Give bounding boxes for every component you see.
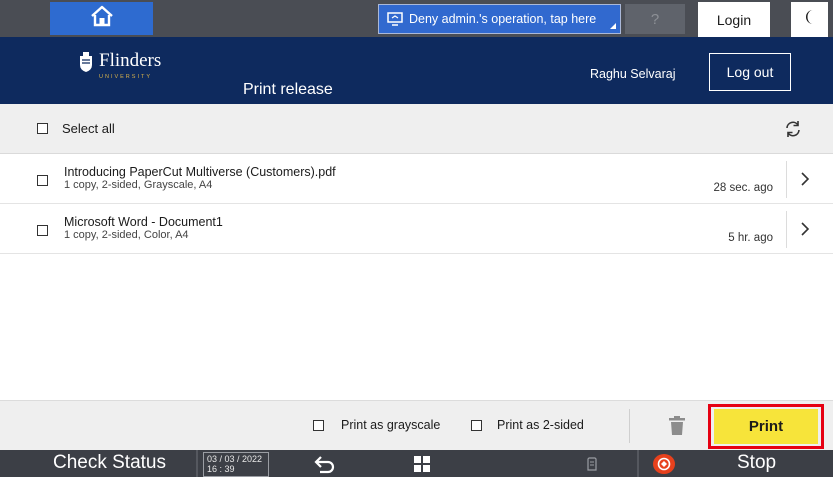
login-label: Login (716, 11, 752, 28)
app-grid-icon[interactable] (413, 455, 431, 477)
storage-card-icon (587, 457, 597, 476)
row-divider (786, 211, 787, 248)
home-button[interactable] (50, 2, 153, 35)
row-divider (786, 161, 787, 198)
select-all-checkbox[interactable] (37, 123, 48, 134)
app-header: Flinders UNIVERSITY Print release Raghu … (0, 37, 833, 104)
energy-saver-button[interactable] (788, 2, 828, 37)
bar-divider (196, 450, 198, 477)
job-time: 5 hr. ago (728, 232, 773, 244)
moon-icon (803, 8, 817, 31)
grayscale-label[interactable]: Print as grayscale (341, 418, 440, 432)
deny-admin-operation-button[interactable]: Deny admin.'s operation, tap here (378, 4, 621, 34)
job-details: 1 copy, 2-sided, Grayscale, A4 (64, 179, 213, 191)
action-divider (629, 409, 630, 443)
system-bar: Deny admin.'s operation, tap here ? Logi… (0, 0, 833, 37)
date-time-display: 03 / 03 / 2022 16 : 39 (203, 452, 269, 477)
help-label: ? (650, 10, 660, 28)
user-name: Raghu Selvaraj (590, 67, 676, 81)
grayscale-checkbox[interactable] (313, 420, 324, 431)
university-logo: Flinders UNIVERSITY (78, 50, 162, 80)
logout-button[interactable]: Log out (709, 53, 791, 91)
page-title: Print release (243, 81, 333, 98)
chevron-right-icon[interactable] (800, 222, 810, 241)
job-time: 28 sec. ago (713, 182, 773, 194)
select-all-label[interactable]: Select all (62, 121, 115, 136)
crest-icon (78, 51, 94, 78)
job-row[interactable]: Microsoft Word - Document1 1 copy, 2-sid… (0, 205, 833, 254)
deny-admin-label: Deny admin.'s operation, tap here (409, 12, 597, 26)
device-bottom-bar: Check Status 03 / 03 / 2022 16 : 39 Stop (0, 450, 833, 477)
check-status-button[interactable]: Check Status (53, 452, 166, 474)
chevron-right-icon[interactable] (800, 172, 810, 191)
print-options-bar: Print as grayscale Print as 2-sided Prin… (0, 400, 833, 450)
job-title: Microsoft Word - Document1 (64, 215, 223, 229)
logo-name: Flinders (99, 50, 162, 71)
job-checkbox[interactable] (37, 175, 48, 186)
logout-label: Log out (726, 64, 774, 80)
logo-subtitle: UNIVERSITY (99, 74, 153, 80)
monitor-icon (387, 12, 403, 29)
login-button[interactable]: Login (698, 2, 770, 37)
help-button[interactable]: ? (625, 4, 685, 34)
job-details: 1 copy, 2-sided, Color, A4 (64, 229, 189, 241)
time-text: 16 : 39 (207, 464, 235, 474)
date-text: 03 / 03 / 2022 (207, 454, 263, 464)
refresh-icon[interactable] (783, 119, 803, 144)
corner-indicator-icon (610, 23, 616, 29)
home-icon (89, 4, 115, 33)
print-button[interactable]: Print (714, 409, 818, 444)
job-checkbox[interactable] (37, 225, 48, 236)
bar-divider (637, 450, 639, 477)
job-row[interactable]: Introducing PaperCut Multiverse (Custome… (0, 155, 833, 204)
job-title: Introducing PaperCut Multiverse (Custome… (64, 165, 336, 179)
trash-icon[interactable] (668, 416, 686, 441)
stop-button[interactable]: Stop (737, 452, 776, 474)
print-label: Print (748, 418, 784, 435)
stop-icon[interactable] (653, 454, 675, 474)
select-all-bar: Select all (0, 104, 833, 154)
back-arrow-icon[interactable] (313, 454, 337, 477)
two-sided-checkbox[interactable] (471, 420, 482, 431)
two-sided-label[interactable]: Print as 2-sided (497, 418, 584, 432)
